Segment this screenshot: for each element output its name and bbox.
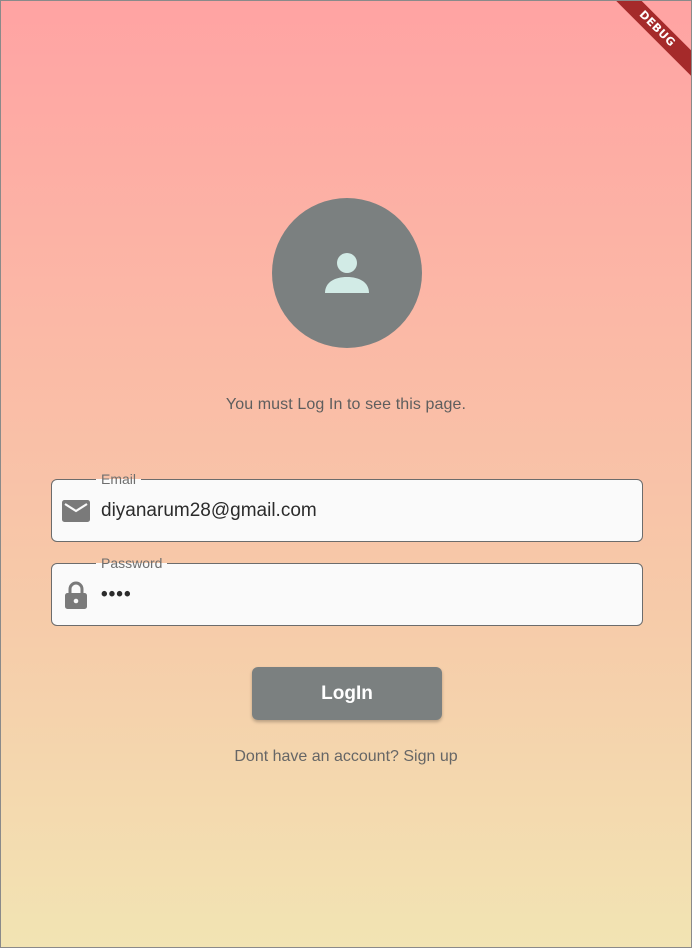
debug-banner: DEBUG (592, 0, 692, 100)
lock-icon (62, 580, 90, 610)
email-label: Email (96, 470, 142, 488)
signup-row: Dont have an account? Sign up (0, 748, 692, 766)
password-label: Password (96, 554, 168, 572)
password-input[interactable]: •••• (101, 580, 132, 610)
signup-prompt: Dont have an account? (234, 748, 399, 765)
login-button[interactable]: LogIn (252, 667, 442, 720)
password-field[interactable]: Password •••• (51, 554, 643, 626)
signup-link[interactable]: Sign up (403, 748, 457, 765)
mail-icon (62, 498, 90, 524)
login-required-notice: You must Log In to see this page. (225, 396, 467, 413)
avatar (272, 198, 422, 348)
person-icon (325, 253, 369, 293)
email-field[interactable]: Email (51, 470, 643, 542)
debug-label: DEBUG (604, 0, 692, 82)
email-input[interactable] (101, 494, 621, 528)
